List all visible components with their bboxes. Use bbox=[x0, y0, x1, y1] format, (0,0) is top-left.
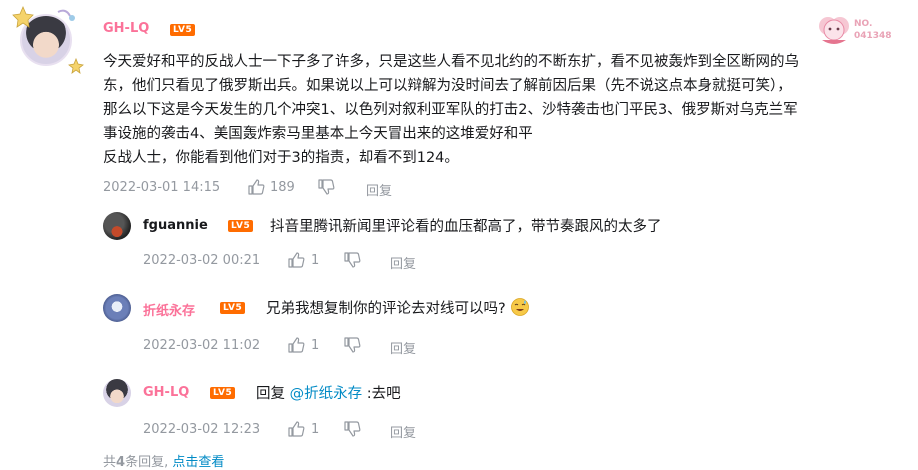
like-count: 1 bbox=[311, 253, 320, 268]
reply-button[interactable]: 回复 bbox=[366, 180, 392, 199]
fan-badge-prefix: NO. bbox=[854, 19, 872, 29]
reply-button[interactable]: 回复 bbox=[390, 422, 416, 441]
reply-count-footer: 共4条回复, 点击查看 bbox=[103, 451, 224, 470]
dislike-button[interactable] bbox=[317, 178, 335, 196]
dislike-button[interactable] bbox=[343, 336, 361, 354]
comment-line: 东，他们只看见了俄罗斯出兵。如果说以上可以辩解为没时间去了解前因后果（先不说这点… bbox=[103, 78, 792, 94]
like-button[interactable] bbox=[287, 420, 305, 438]
like-count: 1 bbox=[311, 422, 320, 437]
reply-avatar[interactable] bbox=[103, 294, 131, 322]
sweat-laugh-emoji-icon bbox=[511, 298, 530, 316]
like-count: 1 bbox=[311, 338, 320, 353]
reply-username[interactable]: GH-LQ bbox=[143, 385, 189, 400]
comment-date: 2022-03-01 14:15 bbox=[103, 180, 221, 195]
comment-line: 事设施的袭击4、美国轰炸索马里基本上今天冒出来的这堆爱好和平 bbox=[103, 126, 533, 142]
thumb-up-icon bbox=[248, 179, 265, 195]
reply-avatar[interactable] bbox=[103, 212, 131, 240]
thumb-down-icon bbox=[344, 337, 361, 353]
reply-button[interactable]: 回复 bbox=[390, 338, 416, 357]
reply-text: 抖音里腾讯新闻里评论看的血压都高了，带节奏跟风的太多了 bbox=[270, 219, 662, 235]
level-badge: LV5 bbox=[210, 387, 236, 399]
like-button[interactable] bbox=[287, 336, 305, 354]
thumb-up-icon bbox=[288, 252, 305, 268]
like-button[interactable] bbox=[247, 178, 265, 196]
avatar-frame-decoration bbox=[12, 5, 84, 74]
reply-avatar[interactable] bbox=[103, 379, 131, 407]
reply-date: 2022-03-02 00:21 bbox=[143, 253, 261, 268]
level-badge: LV5 bbox=[170, 24, 196, 36]
dislike-button[interactable] bbox=[343, 420, 361, 438]
fan-badge: NO. 041348 bbox=[819, 17, 892, 44]
main-username[interactable]: GH-LQ bbox=[103, 21, 149, 36]
level-badge: LV5 bbox=[220, 302, 246, 314]
reply-text: 兄弟我想复制你的评论去对线可以吗? bbox=[266, 297, 530, 318]
main-comment-meta: 2022-03-01 14:15 189 回复 bbox=[103, 178, 503, 199]
reply-meta: 2022-03-02 00:21 1 回复 bbox=[143, 251, 543, 272]
like-button[interactable] bbox=[287, 251, 305, 269]
reply-date: 2022-03-02 12:23 bbox=[143, 422, 261, 437]
thumb-down-icon bbox=[344, 252, 361, 268]
thumb-up-icon bbox=[288, 337, 305, 353]
dislike-button[interactable] bbox=[343, 251, 361, 269]
reply-prefix: 回复 bbox=[256, 386, 285, 402]
main-comment-text: 今天爱好和平的反战人士一下子多了许多，只是这些人看不见北约的不断东扩，看不见被轰… bbox=[103, 50, 903, 170]
comment-line: 那么以下这是今天发生的几个冲突1、以色列对叙利亚军队的打击2、沙特袭击也门平民3… bbox=[103, 102, 798, 118]
mention-link[interactable]: @折纸永存 bbox=[290, 386, 363, 402]
like-count: 189 bbox=[270, 180, 295, 195]
fan-badge-number: 041348 bbox=[854, 31, 892, 41]
reply-text: 回复 @折纸永存 :去吧 bbox=[256, 382, 401, 403]
thumb-up-icon bbox=[288, 421, 305, 437]
reply-username[interactable]: fguannie bbox=[143, 218, 208, 233]
reply-text-body: 兄弟我想复制你的评论去对线可以吗? bbox=[266, 301, 506, 317]
reply-date: 2022-03-02 11:02 bbox=[143, 338, 261, 353]
reply-username[interactable]: 折纸永存 bbox=[143, 300, 195, 319]
thumb-down-icon bbox=[344, 421, 361, 437]
reply-text-body: :去吧 bbox=[366, 386, 401, 402]
reply-meta: 2022-03-02 12:23 1 回复 bbox=[143, 420, 543, 441]
reply-button[interactable]: 回复 bbox=[390, 253, 416, 272]
reply-meta: 2022-03-02 11:02 1 回复 bbox=[143, 336, 543, 357]
level-badge: LV5 bbox=[228, 220, 254, 232]
comment-line: 今天爱好和平的反战人士一下子多了许多，只是这些人看不见北约的不断东扩，看不见被轰… bbox=[103, 54, 799, 70]
thumb-down-icon bbox=[318, 179, 335, 195]
comment-line: 反战人士，你能看到他们对于3的指责，却看不到124。 bbox=[103, 150, 459, 166]
